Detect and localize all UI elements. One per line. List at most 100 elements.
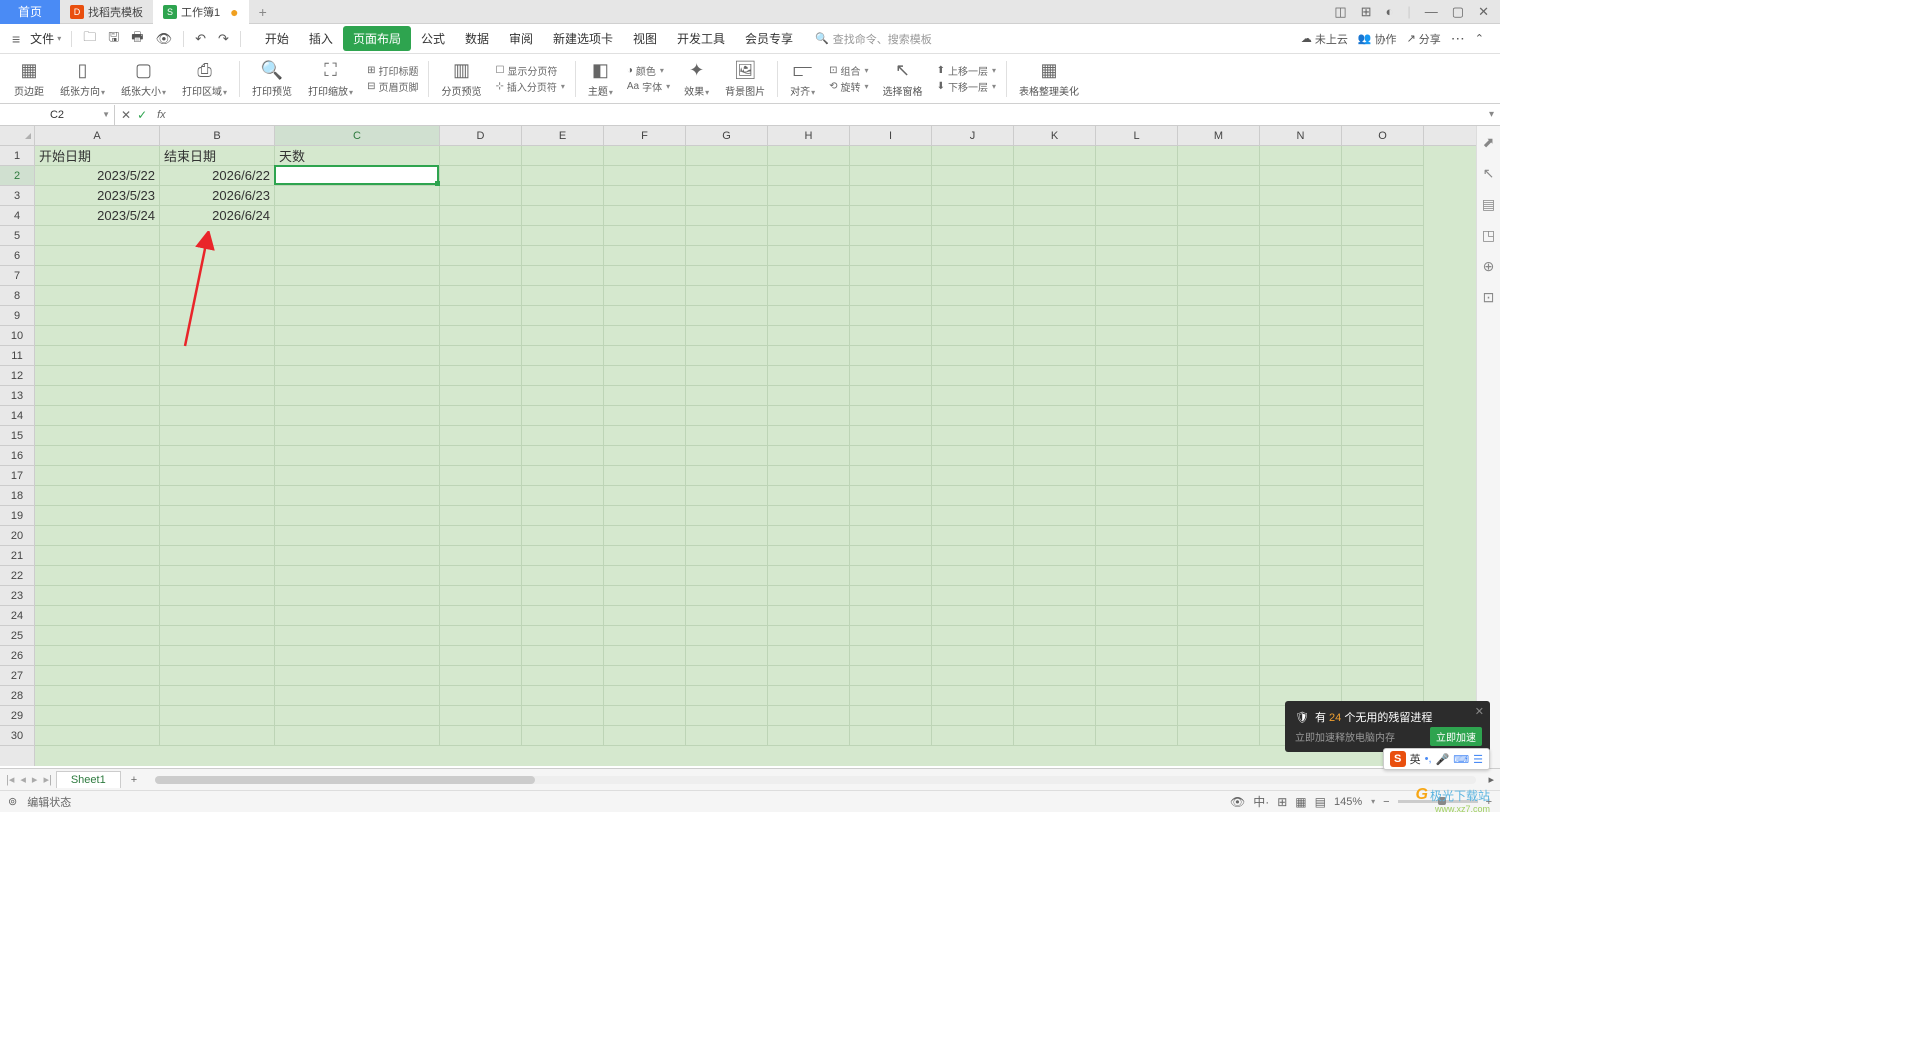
cell[interactable]	[604, 306, 686, 326]
cell[interactable]	[275, 386, 440, 406]
cell[interactable]	[1178, 166, 1260, 186]
cell[interactable]	[932, 146, 1014, 166]
notification-action-button[interactable]: 立即加速	[1430, 727, 1482, 746]
cell[interactable]	[686, 626, 768, 646]
cell[interactable]	[1178, 586, 1260, 606]
col-header[interactable]: M	[1178, 126, 1260, 145]
cell[interactable]	[1342, 646, 1424, 666]
ime-keyboard-icon[interactable]: ⌨	[1453, 753, 1469, 766]
page-break-preview-button[interactable]: ▥分页预览	[435, 60, 487, 98]
cell[interactable]	[686, 406, 768, 426]
cell[interactable]	[440, 506, 522, 526]
cell[interactable]	[686, 386, 768, 406]
cell[interactable]	[686, 306, 768, 326]
cell[interactable]	[522, 446, 604, 466]
cell[interactable]	[35, 486, 160, 506]
cell[interactable]	[768, 286, 850, 306]
cell[interactable]	[850, 646, 932, 666]
cell[interactable]	[768, 326, 850, 346]
row-header[interactable]: 4	[0, 206, 34, 226]
cell[interactable]	[932, 246, 1014, 266]
eye-icon[interactable]: 👁	[1230, 795, 1245, 809]
cell[interactable]	[1014, 366, 1096, 386]
cell[interactable]	[1178, 626, 1260, 646]
cell[interactable]	[275, 206, 440, 226]
row-header[interactable]: 9	[0, 306, 34, 326]
ime-menu-icon[interactable]: ☰	[1473, 753, 1483, 766]
cell[interactable]	[440, 426, 522, 446]
cell[interactable]	[35, 566, 160, 586]
row-header[interactable]: 26	[0, 646, 34, 666]
row-header[interactable]: 12	[0, 366, 34, 386]
cell[interactable]	[686, 246, 768, 266]
cell[interactable]	[604, 286, 686, 306]
cell[interactable]	[275, 266, 440, 286]
confirm-icon[interactable]: ✓	[137, 108, 147, 122]
cell[interactable]	[440, 646, 522, 666]
ribbon-tab-4[interactable]: 数据	[455, 26, 499, 51]
ribbon-tab-1[interactable]: 插入	[299, 26, 343, 51]
cell[interactable]	[160, 726, 275, 746]
cell[interactable]	[932, 626, 1014, 646]
tab-add[interactable]: +	[249, 4, 277, 20]
cell[interactable]	[1096, 246, 1178, 266]
cell[interactable]	[1260, 486, 1342, 506]
cell[interactable]	[440, 346, 522, 366]
size-button[interactable]: ▢纸张大小▾	[115, 60, 172, 98]
cell[interactable]	[522, 386, 604, 406]
cell[interactable]	[522, 406, 604, 426]
cell[interactable]	[768, 246, 850, 266]
ribbon-tab-6[interactable]: 新建选项卡	[543, 26, 623, 51]
margins-button[interactable]: ▦页边距	[8, 60, 50, 98]
cell[interactable]	[1178, 266, 1260, 286]
cell[interactable]	[1096, 206, 1178, 226]
row-header[interactable]: 22	[0, 566, 34, 586]
cell[interactable]	[1096, 306, 1178, 326]
cell[interactable]	[604, 606, 686, 626]
hamburger-icon[interactable]: ≡	[8, 31, 24, 47]
cell[interactable]	[1014, 546, 1096, 566]
cell[interactable]	[768, 346, 850, 366]
cell[interactable]	[35, 506, 160, 526]
add-sheet-icon[interactable]: +	[125, 774, 143, 786]
cell[interactable]	[275, 446, 440, 466]
row-header[interactable]: 16	[0, 446, 34, 466]
cell[interactable]	[850, 446, 932, 466]
cell[interactable]	[1014, 146, 1096, 166]
align-button[interactable]: ⫍对齐▾	[784, 60, 821, 98]
cell[interactable]	[275, 626, 440, 646]
cell[interactable]	[35, 526, 160, 546]
cell[interactable]	[1014, 206, 1096, 226]
ime-mic-icon[interactable]: 🎤	[1436, 753, 1450, 766]
cell[interactable]	[932, 386, 1014, 406]
cell[interactable]	[1342, 586, 1424, 606]
cell[interactable]	[1260, 666, 1342, 686]
cell[interactable]	[1014, 226, 1096, 246]
cell[interactable]	[1260, 506, 1342, 526]
row-header[interactable]: 27	[0, 666, 34, 686]
cell[interactable]	[1260, 386, 1342, 406]
cell[interactable]	[932, 606, 1014, 626]
cell[interactable]	[35, 726, 160, 746]
cell[interactable]	[604, 386, 686, 406]
cell[interactable]	[1342, 606, 1424, 626]
cell[interactable]: 2023/5/24	[35, 206, 160, 226]
cell[interactable]	[768, 406, 850, 426]
cell[interactable]	[160, 646, 275, 666]
cell[interactable]	[522, 346, 604, 366]
cell[interactable]	[522, 606, 604, 626]
cell[interactable]	[1014, 686, 1096, 706]
cell[interactable]	[850, 346, 932, 366]
cell[interactable]	[440, 406, 522, 426]
cell[interactable]	[1260, 206, 1342, 226]
cell[interactable]	[522, 146, 604, 166]
cell[interactable]	[35, 366, 160, 386]
cell[interactable]	[1178, 146, 1260, 166]
cell[interactable]	[604, 706, 686, 726]
cell[interactable]	[160, 446, 275, 466]
cell[interactable]	[932, 726, 1014, 746]
cell[interactable]	[160, 346, 275, 366]
cell[interactable]	[1178, 566, 1260, 586]
cell[interactable]	[1014, 386, 1096, 406]
cell[interactable]	[35, 466, 160, 486]
